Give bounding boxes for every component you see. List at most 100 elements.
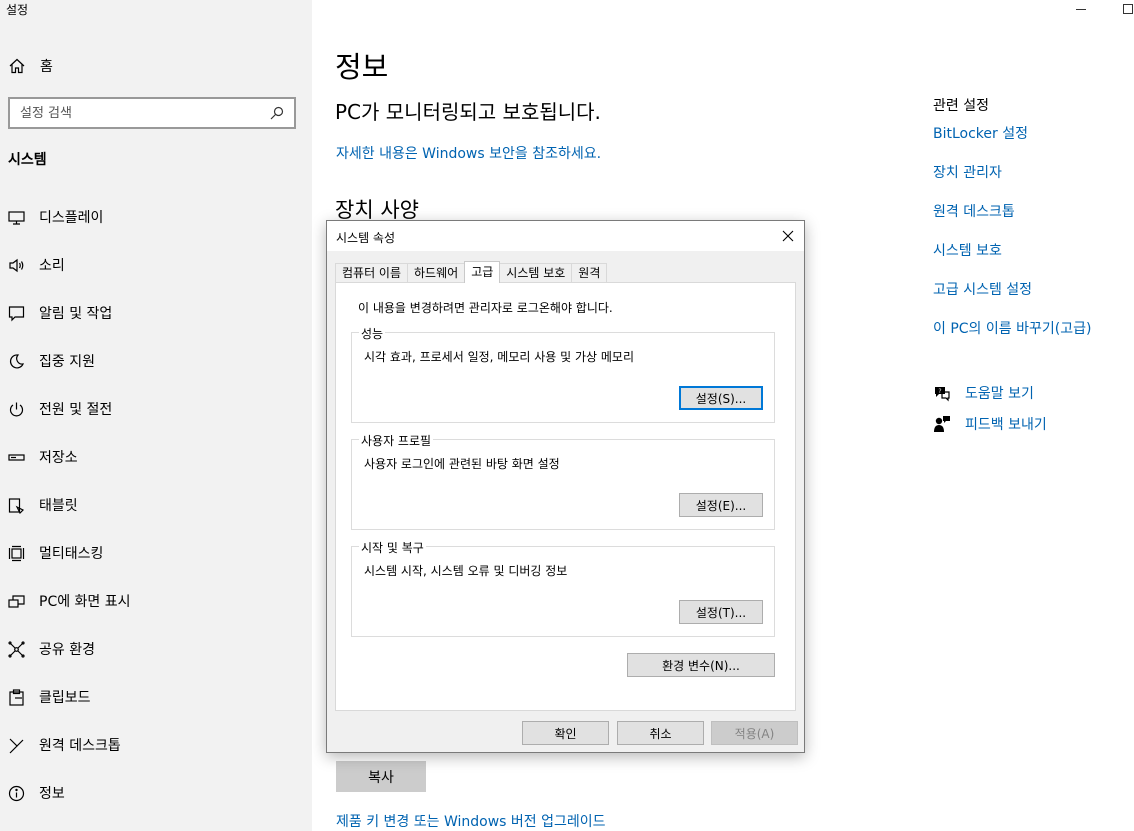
get-help-link[interactable]: ? 도움말 보기 — [933, 383, 1047, 403]
dialog-tabs: 컴퓨터 이름 하드웨어 고급 시스템 보호 원격 — [335, 261, 608, 283]
sidebar-item-notifications[interactable]: 알림 및 작업 — [0, 289, 312, 337]
system-protection-link[interactable]: 시스템 보호 — [933, 240, 1128, 259]
remote-desktop-link[interactable]: 원격 데스크톱 — [933, 201, 1128, 220]
ok-button[interactable]: 확인 — [522, 721, 609, 745]
search-box — [8, 97, 296, 129]
projecting-icon — [8, 593, 25, 610]
performance-settings-button[interactable]: 설정(S)... — [679, 386, 763, 410]
environment-variables-button[interactable]: 환경 변수(N)... — [627, 653, 775, 677]
rename-pc-link[interactable]: 이 PC의 이름 바꾸기(고급) — [933, 318, 1128, 337]
sidebar-item-display[interactable]: 디스플레이 — [0, 193, 312, 241]
storage-icon — [8, 449, 25, 466]
minimize-button[interactable] — [1076, 9, 1086, 10]
startup-recovery-settings-button[interactable]: 설정(T)... — [679, 600, 763, 624]
dialog-titlebar[interactable]: 시스템 속성 — [327, 221, 804, 251]
feedback-icon — [933, 415, 951, 433]
sidebar-item-home[interactable]: 홈 — [8, 54, 53, 78]
system-properties-dialog: 시스템 속성 컴퓨터 이름 하드웨어 고급 시스템 보호 원격 이 내용을 변경… — [326, 220, 805, 753]
tab-remote[interactable]: 원격 — [571, 263, 608, 283]
admin-note: 이 내용을 변경하려면 관리자로 로그온해야 합니다. — [358, 301, 613, 315]
get-help-label: 도움말 보기 — [965, 386, 1034, 402]
maximize-button[interactable] — [1123, 4, 1133, 14]
sidebar-item-label: 클립보드 — [39, 690, 91, 706]
sidebar-item-label: 멀티태스킹 — [39, 546, 104, 562]
sidebar-item-label: 소리 — [39, 258, 65, 274]
tab-panel-advanced: 이 내용을 변경하려면 관리자로 로그온해야 합니다. 성능 시각 효과, 프로… — [335, 282, 796, 711]
tab-system-protection[interactable]: 시스템 보호 — [499, 263, 573, 283]
clipboard-icon — [8, 688, 25, 706]
sidebar-item-focus-assist[interactable]: 집중 지원 — [0, 337, 312, 385]
advanced-system-settings-link[interactable]: 고급 시스템 설정 — [933, 279, 1128, 298]
close-icon[interactable] — [778, 226, 798, 246]
sidebar: 설정 홈 시스템 디스플레이 소리 알림 및 작업 집중 지원 — [0, 0, 312, 831]
related-settings: 관련 설정 BitLocker 설정 장치 관리자 원격 데스크톱 시스템 보호… — [933, 95, 1128, 337]
send-feedback-link[interactable]: 피드백 보내기 — [933, 414, 1047, 434]
sidebar-item-tablet[interactable]: 태블릿 — [0, 481, 312, 529]
sidebar-item-label: 공유 환경 — [39, 642, 95, 658]
tab-hardware[interactable]: 하드웨어 — [407, 263, 466, 283]
app-title: 설정 — [6, 3, 29, 17]
home-icon — [8, 57, 26, 75]
sidebar-item-label: 원격 데스크톱 — [39, 738, 121, 754]
section-title: 시스템 — [8, 152, 47, 168]
tab-computer-name[interactable]: 컴퓨터 이름 — [335, 263, 409, 283]
sidebar-item-label: 저장소 — [39, 450, 78, 466]
sidebar-item-clipboard[interactable]: 클립보드 — [0, 673, 312, 721]
sidebar-item-projecting[interactable]: PC에 화면 표시 — [0, 577, 312, 625]
sidebar-item-multitasking[interactable]: 멀티태스킹 — [0, 529, 312, 577]
user-profiles-desc: 사용자 로그인에 관련된 바탕 화면 설정 — [364, 457, 560, 471]
page-title: 정보 — [335, 50, 389, 84]
related-settings-title: 관련 설정 — [933, 98, 989, 114]
performance-group: 성능 시각 효과, 프로세서 일정, 메모리 사용 및 가상 메모리 설정(S)… — [351, 325, 775, 423]
sidebar-item-label: PC에 화면 표시 — [39, 594, 131, 610]
device-manager-link[interactable]: 장치 관리자 — [933, 162, 1128, 181]
user-profiles-label: 사용자 프로필 — [359, 432, 434, 449]
sidebar-item-label: 홈 — [40, 59, 53, 75]
copy-button[interactable]: 복사 — [336, 761, 426, 792]
shared-experiences-icon — [8, 640, 25, 658]
bitlocker-link[interactable]: BitLocker 설정 — [933, 123, 1128, 142]
user-profiles-group: 사용자 프로필 사용자 로그인에 관련된 바탕 화면 설정 설정(E)... — [351, 432, 775, 530]
remote-desktop-icon — [8, 737, 25, 754]
tab-advanced[interactable]: 고급 — [464, 261, 501, 283]
protection-status: PC가 모니터링되고 보호됩니다. — [335, 100, 601, 124]
search-icon[interactable] — [270, 106, 284, 120]
sidebar-item-label: 정보 — [39, 786, 65, 802]
sidebar-item-shared-experiences[interactable]: 공유 환경 — [0, 625, 312, 673]
display-icon — [8, 209, 25, 226]
sidebar-item-storage[interactable]: 저장소 — [0, 433, 312, 481]
windows-security-link[interactable]: 자세한 내용은 Windows 보안을 참조하세요. — [336, 143, 601, 163]
info-icon — [8, 785, 25, 802]
power-icon — [8, 401, 25, 418]
help-chat-icon: ? — [933, 384, 951, 402]
notification-icon — [8, 305, 25, 322]
search-input[interactable] — [20, 105, 270, 121]
sidebar-item-power[interactable]: 전원 및 절전 — [0, 385, 312, 433]
sidebar-item-label: 집중 지원 — [39, 354, 95, 370]
svg-text:?: ? — [938, 388, 941, 395]
performance-desc: 시각 효과, 프로세서 일정, 메모리 사용 및 가상 메모리 — [364, 350, 634, 364]
performance-label: 성능 — [359, 325, 386, 342]
dialog-title: 시스템 속성 — [336, 231, 396, 245]
user-profiles-settings-button[interactable]: 설정(E)... — [679, 493, 763, 517]
startup-recovery-group: 시작 및 복구 시스템 시작, 시스템 오류 및 디버깅 정보 설정(T)... — [351, 539, 775, 637]
sidebar-item-label: 디스플레이 — [39, 210, 104, 226]
speaker-icon — [8, 257, 25, 274]
help-section: ? 도움말 보기 피드백 보내기 — [933, 383, 1047, 445]
sidebar-item-remote-desktop[interactable]: 원격 데스크톱 — [0, 721, 312, 769]
sidebar-item-label: 알림 및 작업 — [39, 306, 113, 322]
send-feedback-label: 피드백 보내기 — [965, 417, 1047, 433]
sidebar-item-label: 전원 및 절전 — [39, 402, 113, 418]
sidebar-item-label: 태블릿 — [39, 498, 78, 514]
sidebar-item-about[interactable]: 정보 — [0, 769, 312, 817]
cancel-button[interactable]: 취소 — [617, 721, 704, 745]
sidebar-nav: 디스플레이 소리 알림 및 작업 집중 지원 전원 및 절전 저장소 태블릿 멀… — [0, 193, 312, 817]
upgrade-windows-link[interactable]: 제품 키 변경 또는 Windows 버전 업그레이드 — [336, 811, 606, 831]
apply-button[interactable]: 적용(A) — [711, 721, 798, 745]
moon-icon — [8, 353, 25, 370]
startup-recovery-label: 시작 및 복구 — [359, 539, 426, 556]
startup-recovery-desc: 시스템 시작, 시스템 오류 및 디버깅 정보 — [364, 564, 568, 578]
tablet-icon — [8, 497, 25, 514]
multitasking-icon — [8, 545, 25, 562]
sidebar-item-sound[interactable]: 소리 — [0, 241, 312, 289]
